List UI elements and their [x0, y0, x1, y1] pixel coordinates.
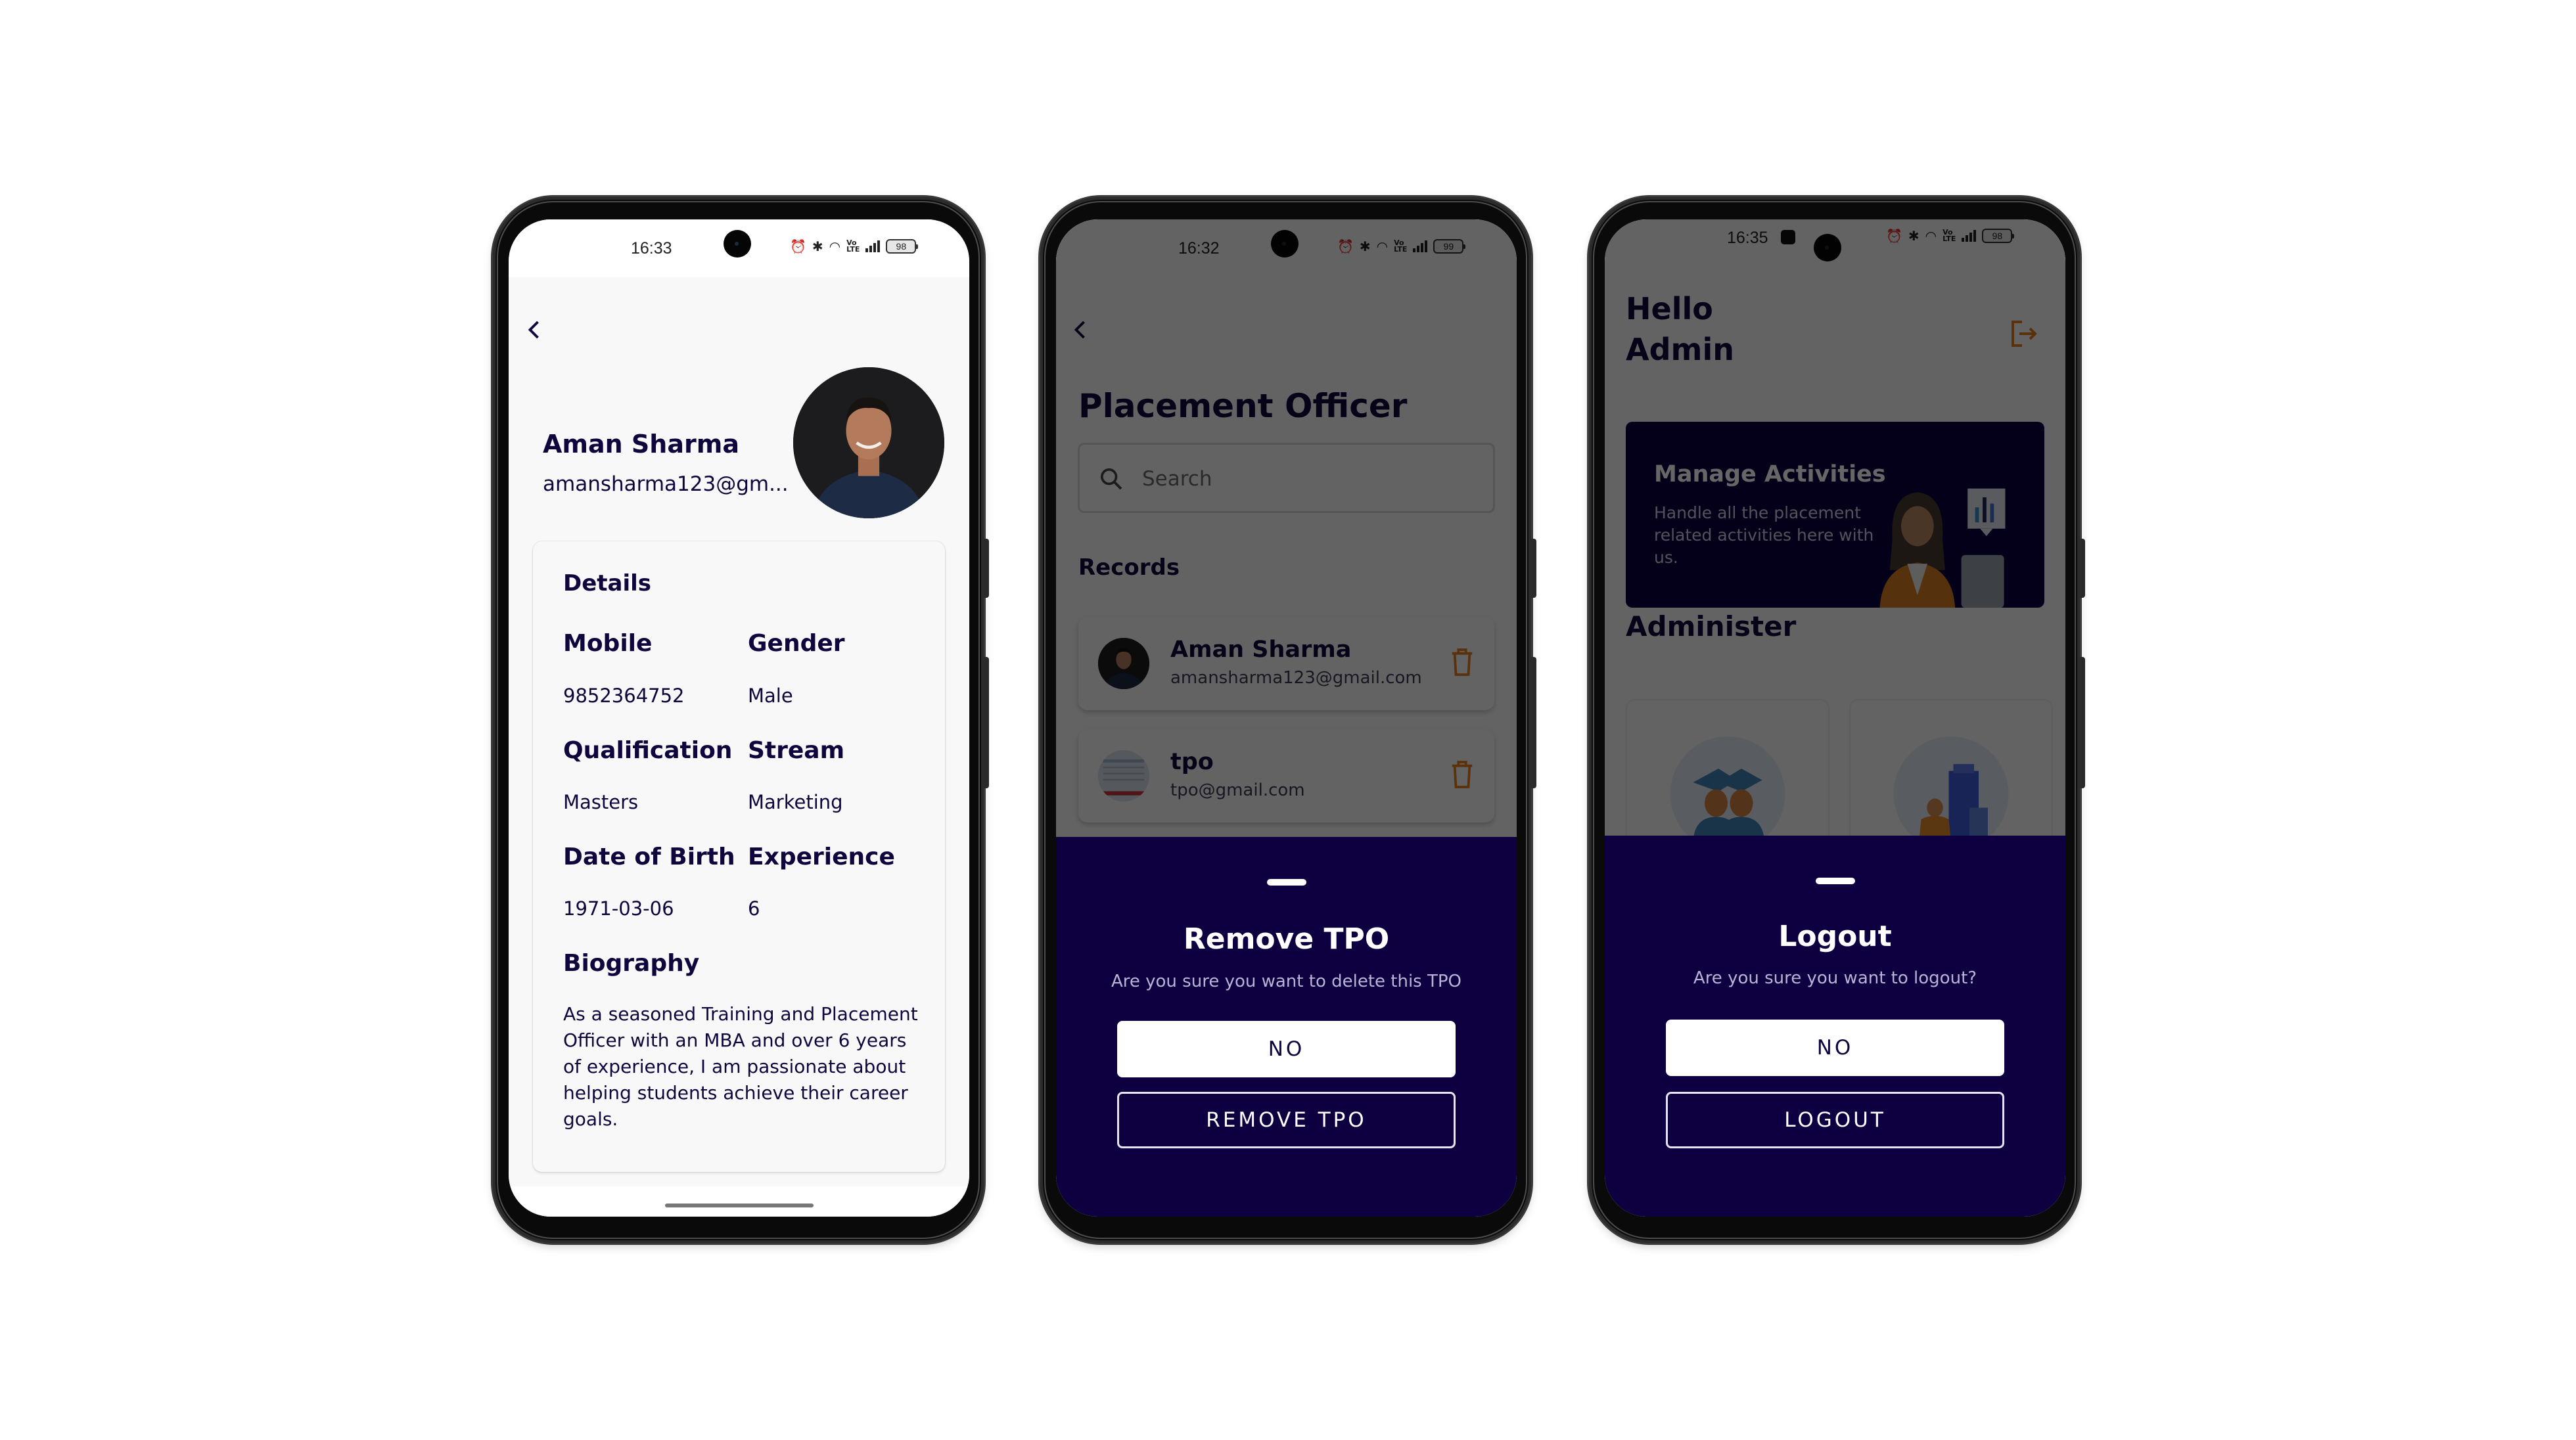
logout-button[interactable]: LOGOUT	[1666, 1092, 2004, 1148]
avatar	[793, 367, 944, 518]
power-button	[984, 657, 989, 788]
field-value-qualification: Masters	[563, 791, 639, 813]
field-label-stream: Stream	[748, 737, 845, 764]
battery-icon: 98	[886, 239, 919, 254]
sheet-drag-handle[interactable]	[1266, 879, 1306, 886]
field-label-mobile: Mobile	[563, 630, 653, 657]
phone-admin-home: 16:35 ⏰ ✱ ◠ VoLTE 98 Hello Admin Manage …	[1589, 197, 2085, 1243]
system-icons: ⏰ ✱ ◠ VoLTE 98	[790, 238, 919, 254]
field-label-gender: Gender	[748, 630, 845, 657]
sheet-title: Logout	[1778, 920, 1892, 953]
home-indicator[interactable]	[664, 1204, 814, 1207]
remove-tpo-sheet: Remove TPO Are you sure you want to dele…	[1056, 837, 1517, 1217]
avatar-photo	[793, 367, 944, 518]
sheet-title: Remove TPO	[1183, 922, 1390, 956]
details-heading: Details	[563, 570, 652, 596]
power-button	[2080, 657, 2085, 788]
signal-icon	[865, 240, 881, 252]
phone-tpo-profile: 16:33 ⏰ ✱ ◠ Vo LTE 98 Aman Sharma amansha…	[493, 197, 989, 1243]
field-value-dob: 1971-03-06	[563, 897, 674, 920]
field-value-stream: Marketing	[748, 791, 843, 813]
volte-icon: VoLTE	[846, 238, 860, 254]
nav-bar-area	[509, 1186, 969, 1217]
back-button[interactable]	[523, 318, 547, 342]
field-value-gender: Male	[748, 685, 793, 707]
logout-sheet: Logout Are you sure you want to logout? …	[1605, 836, 2065, 1217]
bluetooth-icon: ✱	[812, 238, 823, 254]
biography-text: As a seasoned Training and Placement Off…	[563, 1003, 918, 1130]
phone-placement-officer: 16:32 ⏰ ✱ ◠ VoLTE 99 Placement Officer R…	[1040, 197, 1536, 1243]
volume-button	[2080, 539, 2085, 598]
field-label-dob: Date of Birth	[563, 844, 735, 870]
profile-name: Aman Sharma	[543, 430, 739, 459]
front-camera	[724, 230, 751, 258]
volume-button	[1531, 539, 1536, 598]
profile-email: amansharma123@gm...	[543, 472, 789, 496]
screen: 16:35 ⏰ ✱ ◠ VoLTE 98 Hello Admin Manage …	[1605, 219, 2065, 1217]
screen: 16:32 ⏰ ✱ ◠ VoLTE 99 Placement Officer R…	[1056, 219, 1517, 1217]
sheet-description: Are you sure you want to delete this TPO	[1111, 972, 1462, 991]
status-bar: 16:33 ⏰ ✱ ◠ Vo LTE 98	[509, 219, 969, 277]
screen: 16:33 ⏰ ✱ ◠ Vo LTE 98 Aman Sharma amansha…	[509, 219, 969, 1217]
field-label-experience: Experience	[748, 844, 895, 870]
sheet-drag-handle[interactable]	[1815, 878, 1855, 884]
no-button[interactable]: NO	[1666, 1020, 2004, 1076]
volume-button	[984, 539, 989, 598]
biography-heading: Biography	[563, 950, 700, 977]
power-button	[1531, 657, 1536, 788]
remove-tpo-button[interactable]: REMOVE TPO	[1117, 1092, 1456, 1148]
sheet-description: Are you sure you want to logout?	[1693, 968, 1977, 988]
details-card: Details Mobile 9852364752 Gender Male Qu…	[533, 541, 945, 1172]
wifi-icon: ◠	[829, 238, 841, 254]
field-value-experience: 6	[748, 897, 760, 920]
field-value-mobile: 9852364752	[563, 685, 685, 707]
alarm-icon: ⏰	[790, 238, 806, 254]
chevron-left-icon	[528, 321, 539, 339]
no-button[interactable]: NO	[1117, 1021, 1456, 1077]
field-label-qualification: Qualification	[563, 737, 733, 764]
status-time: 16:33	[631, 239, 672, 258]
